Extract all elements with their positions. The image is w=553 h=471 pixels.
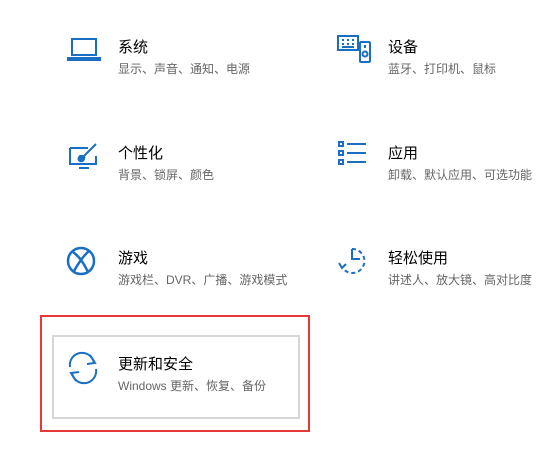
tile-title: 个性化 [118,145,164,162]
xbox-icon [66,245,102,281]
tile-ease-of-access[interactable]: 轻松使用 讲述人、放大镜、高对比度 [336,245,546,305]
tile-title: 更新和安全 [118,356,194,373]
tile-title: 游戏 [118,250,149,267]
tile-description: 蓝牙、打印机、鼠标 [388,62,497,76]
tile-personalization[interactable]: 个性化 背景、锁屏、颜色 [66,140,286,200]
keyboard-icon [336,34,372,70]
paint-icon [66,140,102,176]
tile-devices[interactable]: 设备 蓝牙、打印机、鼠标 [336,34,536,94]
sync-icon [66,351,102,387]
tile-apps[interactable]: 应用 卸载、默认应用、可选功能 [336,140,546,200]
tile-title: 设备 [388,39,419,56]
ease-of-access-icon [336,245,372,281]
tile-description: 背景、锁屏、颜色 [118,168,215,182]
tile-description: Windows 更新、恢复、备份 [118,379,267,393]
tile-system[interactable]: 系统 显示、声音、通知、电源 [66,34,286,94]
laptop-icon [66,34,102,70]
apps-list-icon [336,140,372,176]
tile-description: 讲述人、放大镜、高对比度 [388,273,533,287]
tile-title: 应用 [388,145,419,162]
tile-description: 卸载、默认应用、可选功能 [388,168,533,182]
tile-description: 显示、声音、通知、电源 [118,62,251,76]
tile-update-security[interactable]: 更新和安全 Windows 更新、恢复、备份 [66,351,286,411]
tile-title: 系统 [118,39,149,56]
tile-title: 轻松使用 [388,250,449,267]
tile-description: 游戏栏、DVR、广播、游戏模式 [118,273,288,287]
tile-gaming[interactable]: 游戏 游戏栏、DVR、广播、游戏模式 [66,245,296,305]
